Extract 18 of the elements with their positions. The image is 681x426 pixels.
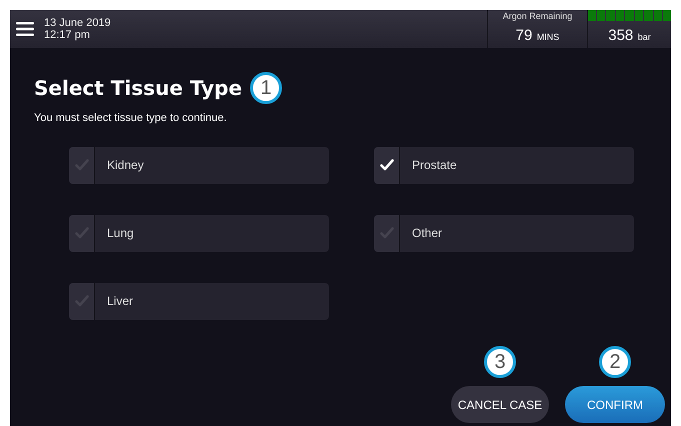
- tissue-option[interactable]: Kidney: [69, 146, 329, 184]
- tissue-option[interactable]: Prostate: [374, 146, 634, 184]
- menu-icon[interactable]: [16, 22, 34, 36]
- page-title: Select Tissue Type: [34, 76, 242, 100]
- tissue-option[interactable]: Lung: [69, 214, 329, 252]
- callout-marker: 3: [484, 346, 516, 378]
- time-text: 12:17 pm: [44, 29, 91, 41]
- argon-reading: 79 MINS: [516, 26, 560, 46]
- pressure-reading: 358 bar: [608, 26, 651, 46]
- instruction-text: You must select tissue type to continue.: [33, 111, 228, 126]
- confirm-button[interactable]: CONFIRM: [565, 386, 665, 423]
- date-text: 13 June 2019: [44, 17, 111, 29]
- tissue-option[interactable]: Other: [374, 214, 634, 252]
- tissue-option[interactable]: Liver: [69, 282, 329, 320]
- cancel-button[interactable]: CANCEL CASE: [451, 386, 549, 423]
- callout-marker: 2: [599, 346, 631, 378]
- argon-label: Argon Remaining: [502, 10, 572, 24]
- callout-marker: 1: [250, 72, 282, 104]
